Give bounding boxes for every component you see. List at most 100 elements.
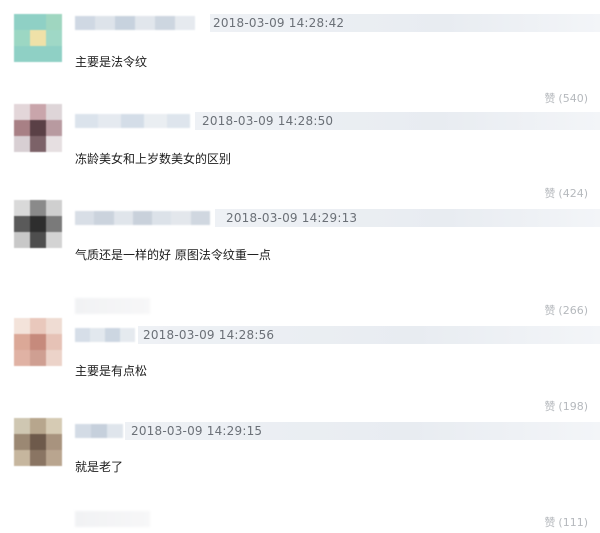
comment-text: 气质还是一样的好 原图法令纹重一点 (75, 248, 271, 262)
avatar-pixel (30, 434, 46, 450)
like-label: 赞 (544, 400, 556, 413)
avatar-pixel (30, 30, 46, 46)
comment-list: 2018-03-09 14:28:42 主要是法令纹 赞 (540) 2018-0… (0, 0, 600, 533)
username-pixel (75, 328, 90, 342)
like-button[interactable]: 赞 (540) (544, 90, 588, 106)
avatar-pixel (14, 136, 30, 152)
username-pixel (115, 16, 135, 30)
username-pixel (135, 16, 155, 30)
avatar[interactable] (14, 104, 62, 152)
avatar-pixel (46, 104, 62, 120)
like-count: (198) (558, 400, 588, 413)
avatar[interactable] (14, 14, 62, 62)
avatar-pixel (46, 434, 62, 450)
like-button[interactable]: 赞 (111) (544, 514, 588, 530)
avatar-pixel (14, 46, 30, 62)
avatar-pixel (30, 120, 46, 136)
like-label: 赞 (544, 187, 556, 200)
avatar-pixel (14, 14, 30, 30)
avatar-pixel (30, 200, 46, 216)
avatar-pixel (46, 14, 62, 30)
avatar-pixel (14, 120, 30, 136)
username-obscured (75, 511, 150, 527)
avatar[interactable] (14, 200, 62, 248)
avatar-pixel (14, 334, 30, 350)
avatar-pixel (46, 350, 62, 366)
comment-timestamp: 2018-03-09 14:29:15 (131, 424, 263, 438)
avatar-pixel (30, 232, 46, 248)
username-obscured[interactable] (75, 211, 210, 225)
avatar-pixel (30, 14, 46, 30)
username-pixel (167, 114, 190, 128)
avatar-pixel (46, 46, 62, 62)
avatar-pixel (14, 318, 30, 334)
username-pixel (107, 424, 123, 438)
avatar-pixel (14, 450, 30, 466)
avatar[interactable] (14, 318, 62, 366)
username-pixel (171, 211, 191, 225)
avatar-pixel (14, 418, 30, 434)
avatar-pixel (14, 232, 30, 248)
username-obscured[interactable] (75, 114, 190, 128)
avatar-pixel (14, 30, 30, 46)
like-count: (266) (558, 304, 588, 317)
avatar-pixel (46, 216, 62, 232)
username-pixel (120, 328, 135, 342)
like-count: (111) (558, 516, 588, 529)
comment-text: 主要是法令纹 (75, 55, 148, 69)
username-obscured (75, 298, 150, 314)
avatar-pixel (30, 334, 46, 350)
avatar-pixel (14, 200, 30, 216)
like-count: (424) (558, 187, 588, 200)
like-label: 赞 (544, 304, 556, 317)
username-pixel (132, 211, 153, 225)
avatar-pixel (30, 104, 46, 120)
like-button[interactable]: 赞 (266) (544, 302, 588, 318)
avatar-pixel (46, 232, 62, 248)
avatar-pixel (14, 434, 30, 450)
avatar-pixel (30, 450, 46, 466)
avatar-pixel (46, 450, 62, 466)
avatar-pixel (46, 30, 62, 46)
username-pixel (121, 114, 144, 128)
username-obscured[interactable] (75, 424, 123, 438)
like-button[interactable]: 赞 (198) (544, 398, 588, 414)
like-label: 赞 (544, 516, 556, 529)
avatar-pixel (46, 334, 62, 350)
username-pixel (105, 328, 120, 342)
comment-timestamp: 2018-03-09 14:28:56 (143, 328, 275, 342)
like-label: 赞 (544, 92, 556, 105)
avatar-pixel (46, 120, 62, 136)
username-pixel (95, 16, 115, 30)
username-obscured[interactable] (75, 16, 195, 30)
avatar-pixel (14, 350, 30, 366)
username-pixel (175, 16, 195, 30)
username-obscured[interactable] (75, 328, 135, 342)
comment-text: 冻龄美女和上岁数美女的区别 (75, 152, 232, 166)
comment-timestamp: 2018-03-09 14:29:13 (226, 211, 358, 225)
avatar-pixel (30, 318, 46, 334)
username-pixel (113, 211, 133, 225)
avatar[interactable] (14, 418, 62, 466)
avatar-pixel (30, 216, 46, 232)
username-pixel (190, 211, 210, 225)
username-pixel (91, 424, 107, 438)
comment-text: 主要是有点松 (75, 364, 148, 378)
username-pixel (144, 114, 167, 128)
like-button[interactable]: 赞 (424) (544, 185, 588, 201)
username-pixel (75, 424, 91, 438)
username-pixel (152, 211, 172, 225)
username-pixel (75, 114, 98, 128)
avatar-pixel (14, 104, 30, 120)
username-pixel (75, 211, 95, 225)
avatar-pixel (46, 418, 62, 434)
username-pixel (98, 114, 121, 128)
comment-text: 就是老了 (75, 460, 124, 474)
avatar-pixel (30, 136, 46, 152)
username-pixel (94, 211, 114, 225)
avatar-pixel (30, 350, 46, 366)
username-pixel (155, 16, 175, 30)
comment-timestamp: 2018-03-09 14:28:50 (202, 114, 334, 128)
avatar-pixel (46, 318, 62, 334)
avatar-pixel (30, 418, 46, 434)
